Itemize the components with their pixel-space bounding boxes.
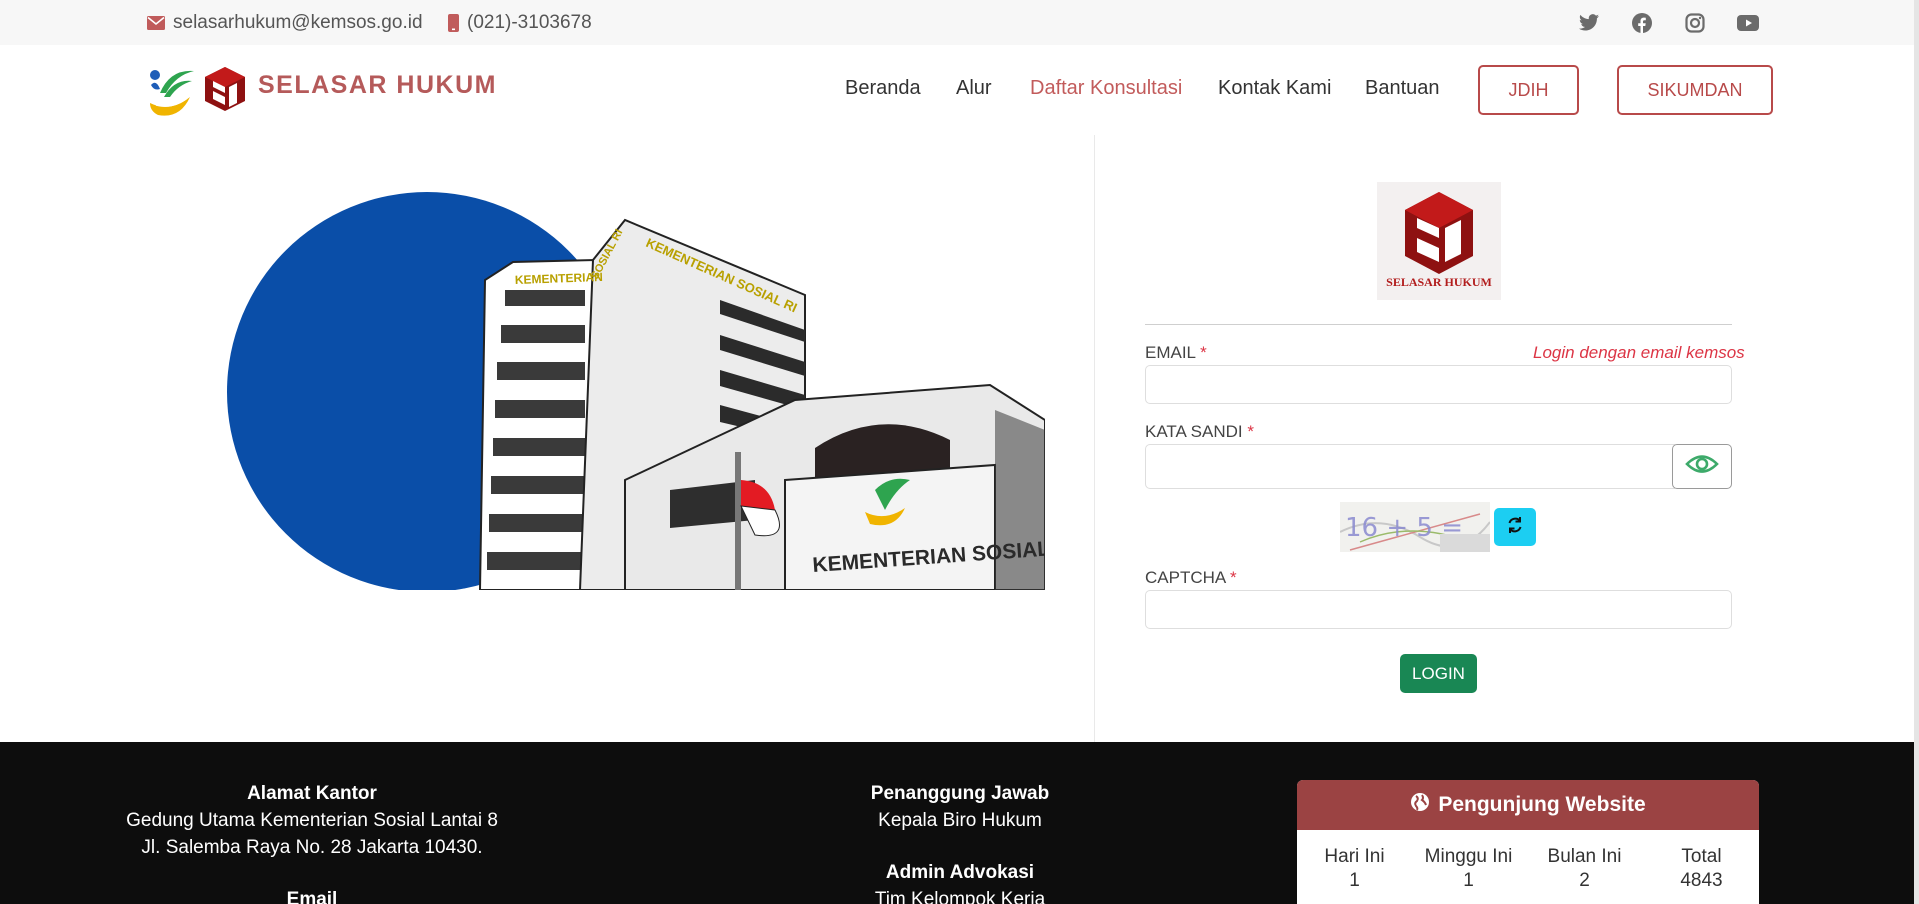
admin-value: Tim Kelompok Kerja	[874, 889, 1046, 904]
captcha-text: 16 + 5 =	[1345, 513, 1463, 543]
stat-label: Bulan Ini	[1547, 846, 1622, 867]
globe-icon	[1410, 792, 1430, 818]
contact-email[interactable]: selasarhukum@kemsos.go.id	[147, 0, 423, 45]
refresh-captcha-button[interactable]	[1494, 508, 1536, 546]
stat-label: Total	[1681, 846, 1722, 867]
visitor-stat-month: Bulan Ini 2	[1527, 846, 1642, 892]
nav-bantuan[interactable]: Bantuan	[1365, 77, 1440, 100]
password-input[interactable]	[1145, 444, 1675, 489]
nav-alur[interactable]: Alur	[956, 77, 992, 100]
instagram-icon	[1684, 12, 1706, 34]
facebook-icon	[1631, 12, 1653, 34]
captcha-label-text: CAPTCHA	[1145, 568, 1226, 587]
refresh-icon	[1506, 516, 1524, 539]
nav-kontak-kami[interactable]: Kontak Kami	[1218, 77, 1331, 100]
login-logo: SELASAR HUKUM	[1377, 182, 1501, 300]
phone-icon	[448, 13, 459, 32]
contact-email-text: selasarhukum@kemsos.go.id	[173, 11, 423, 33]
contact-phone-text: (021)-3103678	[467, 11, 592, 33]
twitter-icon	[1578, 12, 1600, 34]
office-heading: Alamat Kantor	[247, 783, 377, 804]
stat-label: Hari Ini	[1324, 846, 1385, 867]
envelope-icon	[147, 15, 165, 30]
top-bar: selasarhukum@kemsos.go.id (021)-3103678	[0, 0, 1919, 45]
email-required-mark: *	[1200, 343, 1207, 362]
sikumdan-button[interactable]: SIKUMDAN	[1617, 65, 1773, 115]
toggle-password-button[interactable]	[1672, 444, 1732, 489]
stat-label: Minggu Ini	[1424, 846, 1513, 867]
visitor-header: Pengunjung Website	[1297, 780, 1759, 830]
captcha-image: 16 + 5 =	[1339, 502, 1491, 552]
password-required-mark: *	[1247, 422, 1254, 441]
nav-daftar-konsultasi[interactable]: Daftar Konsultasi	[1030, 77, 1182, 100]
form-divider	[1145, 324, 1732, 325]
stat-value: 4843	[1680, 870, 1723, 891]
email-input[interactable]	[1145, 365, 1732, 404]
eye-icon	[1685, 453, 1719, 480]
instagram-link[interactable]	[1684, 0, 1706, 45]
email-heading: Email	[286, 889, 338, 904]
visitor-stat-today: Hari Ini 1	[1297, 846, 1412, 892]
page-scrollbar[interactable]	[1914, 0, 1919, 904]
site-footer: Alamat Kantor Gedung Utama Kementerian S…	[0, 742, 1919, 904]
contact-phone[interactable]: (021)-3103678	[448, 0, 592, 45]
password-label-text: KATA SANDI	[1145, 422, 1243, 441]
brand-title[interactable]: SELASAR HUKUM	[258, 71, 497, 100]
nav-beranda[interactable]: Beranda	[845, 77, 921, 100]
pj-heading: Penanggung Jawab	[870, 783, 1050, 804]
office-line-2: Jl. Salemba Raya No. 28 Jakarta 10430.	[141, 837, 483, 858]
jdih-button[interactable]: JDIH	[1478, 65, 1579, 115]
password-label: KATA SANDI *	[1145, 422, 1254, 442]
selasar-hukum-logo[interactable]	[203, 65, 247, 118]
youtube-link[interactable]	[1737, 0, 1759, 45]
ministry-building-illustration: KEMENTERIAN SOSIAL RI KEMENTERIAN SOSIAL…	[215, 190, 1077, 592]
visitor-stat-week: Minggu Ini 1	[1411, 846, 1526, 892]
captcha-input[interactable]	[1145, 590, 1732, 629]
office-line-1: Gedung Utama Kementerian Sosial Lantai 8	[126, 810, 498, 831]
captcha-label: CAPTCHA *	[1145, 568, 1237, 588]
twitter-link[interactable]	[1578, 0, 1600, 45]
content-divider	[1094, 135, 1095, 742]
footer-office: Alamat Kantor Gedung Utama Kementerian S…	[112, 780, 512, 904]
admin-heading: Admin Advokasi	[885, 862, 1035, 883]
visitor-stat-total: Total 4843	[1644, 846, 1759, 892]
captcha-required-mark: *	[1230, 568, 1237, 587]
stat-value: 2	[1579, 870, 1590, 891]
login-button[interactable]: LOGIN	[1400, 654, 1477, 693]
email-hint: Login dengan email kemsos	[1533, 343, 1745, 362]
pj-value: Kepala Biro Hukum	[878, 810, 1042, 831]
stat-value: 1	[1349, 870, 1360, 891]
youtube-icon	[1737, 12, 1759, 34]
footer-contacts: Penanggung Jawab Kepala Biro Hukum Admin…	[760, 780, 1160, 904]
email-label-text: EMAIL	[1145, 343, 1196, 362]
kemsos-logo[interactable]	[146, 65, 196, 124]
facebook-link[interactable]	[1631, 0, 1653, 45]
visitor-counter: Pengunjung Website Hari Ini 1 Minggu Ini…	[1297, 780, 1759, 904]
stat-value: 1	[1463, 870, 1474, 891]
site-header: SELASAR HUKUM Beranda Alur Daftar Konsul…	[0, 45, 1919, 133]
email-label: EMAIL *	[1145, 343, 1207, 363]
login-logo-label: SELASAR HUKUM	[1386, 275, 1492, 289]
visitor-title: Pengunjung Website	[1438, 793, 1646, 816]
